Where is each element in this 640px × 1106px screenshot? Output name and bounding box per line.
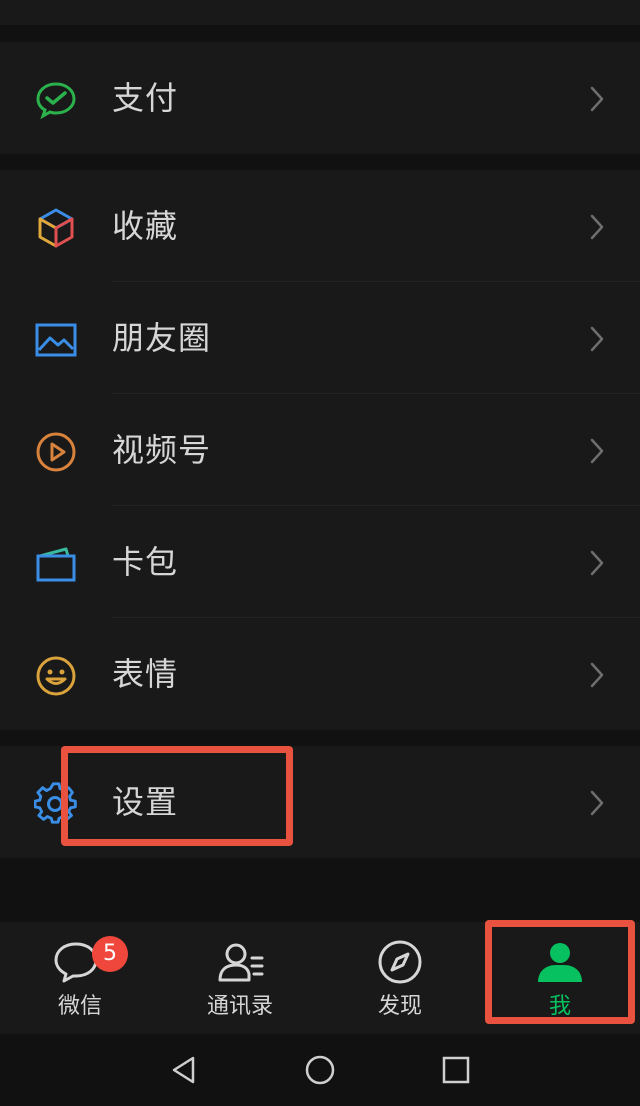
home-circle-icon[interactable]	[304, 1054, 336, 1086]
tab-label: 通讯录	[206, 994, 273, 1019]
menu-item-label: 卡包	[112, 543, 179, 581]
smiley-icon	[36, 656, 76, 696]
system-navigation-bar	[0, 1034, 640, 1106]
menu-item-settings[interactable]: 设置	[0, 746, 640, 858]
tab-label: 微信	[57, 994, 102, 1019]
chevron-right-icon	[590, 86, 604, 112]
tab-label: 发现	[377, 994, 422, 1019]
chevron-right-icon	[590, 550, 604, 576]
tab-chats[interactable]: 5 微信	[0, 922, 160, 1034]
compass-icon	[378, 940, 422, 984]
menu-item-favorites[interactable]: 收藏	[0, 170, 640, 282]
services-group: 收藏 朋友圈 视频号 卡包 表情	[0, 170, 640, 730]
recents-square-icon[interactable]	[440, 1054, 472, 1086]
previous-section-strip	[0, 0, 640, 25]
menu-item-moments[interactable]: 朋友圈	[0, 282, 640, 394]
menu-item-label: 设置	[112, 783, 179, 821]
menu-item-label: 表情	[112, 655, 179, 693]
menu-item-pay[interactable]: 支付	[0, 42, 640, 154]
chevron-right-icon	[590, 662, 604, 688]
chevron-right-icon	[590, 214, 604, 240]
back-triangle-icon[interactable]	[168, 1054, 200, 1086]
play-circle-icon	[36, 432, 76, 472]
menu-item-channels[interactable]: 视频号	[0, 394, 640, 506]
photo-icon	[35, 323, 77, 357]
menu-item-label: 支付	[112, 79, 179, 117]
pay-group: 支付	[0, 42, 640, 154]
unread-badge: 5	[92, 936, 128, 972]
menu-item-label: 朋友圈	[112, 319, 212, 357]
person-icon	[538, 943, 582, 982]
tab-contacts[interactable]: 通讯录	[160, 922, 320, 1034]
gear-icon	[34, 782, 77, 824]
tab-discover[interactable]: 发现	[320, 922, 480, 1034]
chevron-right-icon	[590, 326, 604, 352]
menu-item-label: 收藏	[112, 207, 179, 245]
tab-label: 我	[548, 994, 571, 1019]
wallet-icon	[36, 547, 76, 582]
settings-group: 设置	[0, 746, 640, 858]
tab-me[interactable]: 我	[480, 922, 640, 1034]
bottom-tab-bar: 5 微信 通讯录 发现 我	[0, 922, 640, 1034]
chevron-right-icon	[590, 790, 604, 816]
chevron-right-icon	[590, 438, 604, 464]
contacts-icon	[218, 943, 264, 982]
wechat-pay-icon	[36, 82, 76, 120]
menu-item-cards[interactable]: 卡包	[0, 506, 640, 618]
menu-item-stickers[interactable]: 表情	[0, 618, 640, 730]
menu-item-label: 视频号	[112, 431, 212, 469]
cube-icon	[38, 208, 74, 248]
